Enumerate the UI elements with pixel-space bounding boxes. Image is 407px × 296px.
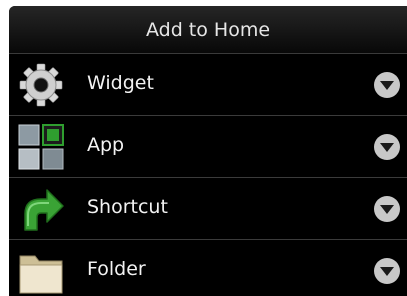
add-to-home-dialog: Add to Home Widget App Shortcut Folder <box>9 6 407 296</box>
gear-icon <box>19 63 63 107</box>
chevron-down-icon[interactable] <box>373 257 401 285</box>
list-item-shortcut[interactable]: Shortcut <box>9 178 407 240</box>
shortcut-label: Shortcut <box>87 196 168 218</box>
dialog-title-bar: Add to Home <box>9 6 407 54</box>
folder-icon <box>19 255 63 294</box>
chevron-down-icon[interactable] <box>373 133 401 161</box>
list-item-widget[interactable]: Widget <box>9 54 407 116</box>
chevron-down-icon[interactable] <box>373 71 401 99</box>
list-item-app[interactable]: App <box>9 116 407 178</box>
dialog-title: Add to Home <box>145 19 271 41</box>
app-grid-icon <box>18 124 64 170</box>
shortcut-arrow-icon <box>24 189 64 231</box>
widget-label: Widget <box>87 72 154 94</box>
list-item-folder[interactable]: Folder <box>9 240 407 296</box>
chevron-down-icon[interactable] <box>373 195 401 223</box>
app-label: App <box>87 134 125 156</box>
folder-label: Folder <box>87 258 146 280</box>
